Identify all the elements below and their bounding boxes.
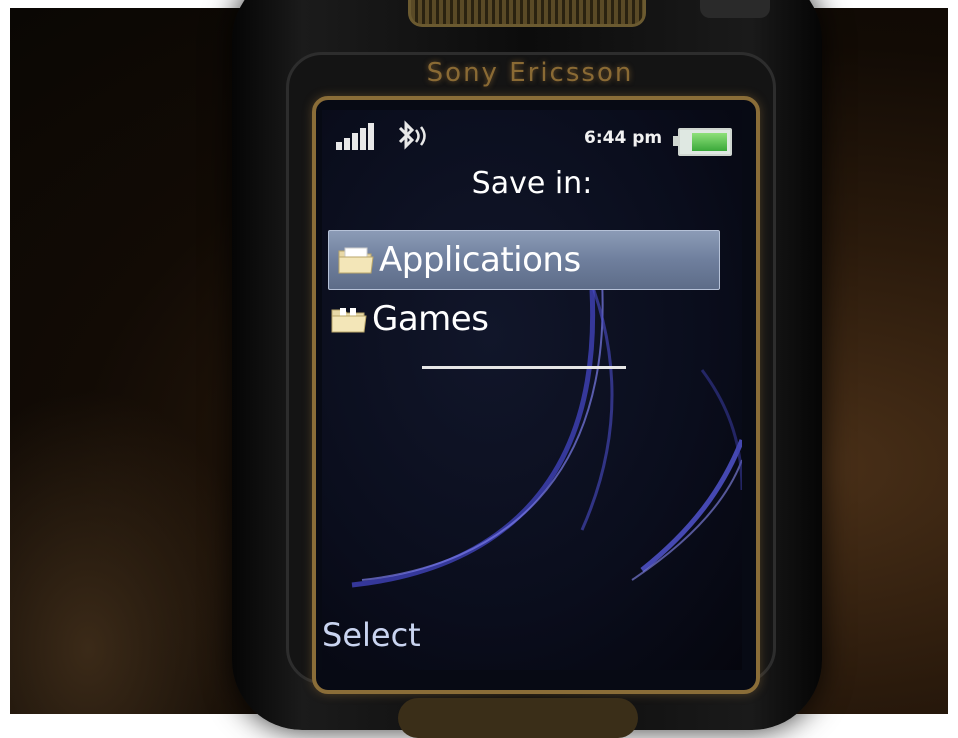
brand-logo: Sony Ericsson (426, 58, 634, 88)
earpiece-speaker (408, 0, 646, 27)
select-softkey[interactable]: Select (322, 616, 421, 654)
phone-screen: 6:44 pm Save in: Applications Games Sele… (322, 110, 742, 670)
divider (422, 366, 626, 369)
background-glow (10, 388, 270, 714)
signal-strength-icon (336, 122, 380, 150)
folder-item-games[interactable]: Games (322, 290, 742, 348)
folder-list: Applications Games (322, 230, 742, 348)
top-button (700, 0, 770, 18)
bottom-logo (398, 698, 638, 738)
folder-icon (330, 304, 368, 334)
folder-label: Applications (379, 240, 581, 280)
folder-item-applications[interactable]: Applications (328, 230, 720, 290)
page-title: Save in: (471, 166, 593, 201)
folder-icon (337, 245, 375, 275)
battery-level (692, 133, 727, 151)
bluetooth-icon (394, 120, 430, 152)
clock: 6:44 pm (584, 128, 663, 148)
folder-label: Games (372, 299, 489, 339)
status-bar: 6:44 pm (322, 110, 742, 160)
battery-icon (673, 128, 732, 156)
